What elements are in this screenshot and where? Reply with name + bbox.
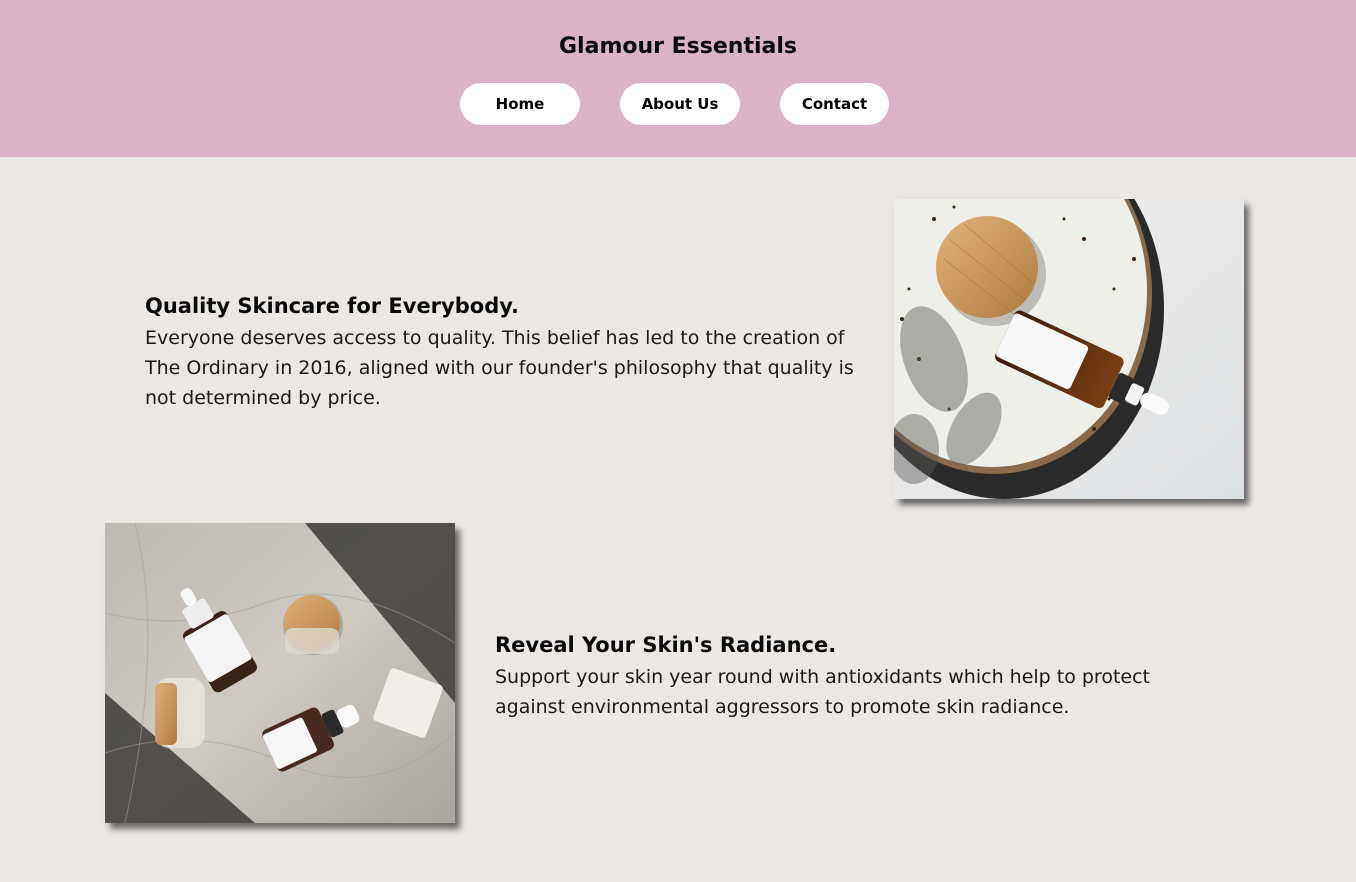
nav-about-button[interactable]: About Us [620, 83, 740, 125]
section-title-skincare: Quality Skincare for Everybody. [145, 294, 519, 318]
site-header: Glamour Essentials Home About Us Contact [0, 0, 1356, 157]
section-title-radiance: Reveal Your Skin's Radiance. [495, 633, 837, 657]
section-text-radiance: Support your skin year round with antiox… [495, 666, 1150, 718]
product-photo-plate [894, 199, 1244, 499]
section-text-skincare: Everyone deserves access to quality. Thi… [145, 327, 854, 409]
nav-home-button[interactable]: Home [460, 83, 580, 125]
site-title: Glamour Essentials [559, 34, 797, 59]
product-photo-flatlay [105, 523, 455, 823]
nav-contact-button[interactable]: Contact [780, 83, 889, 125]
